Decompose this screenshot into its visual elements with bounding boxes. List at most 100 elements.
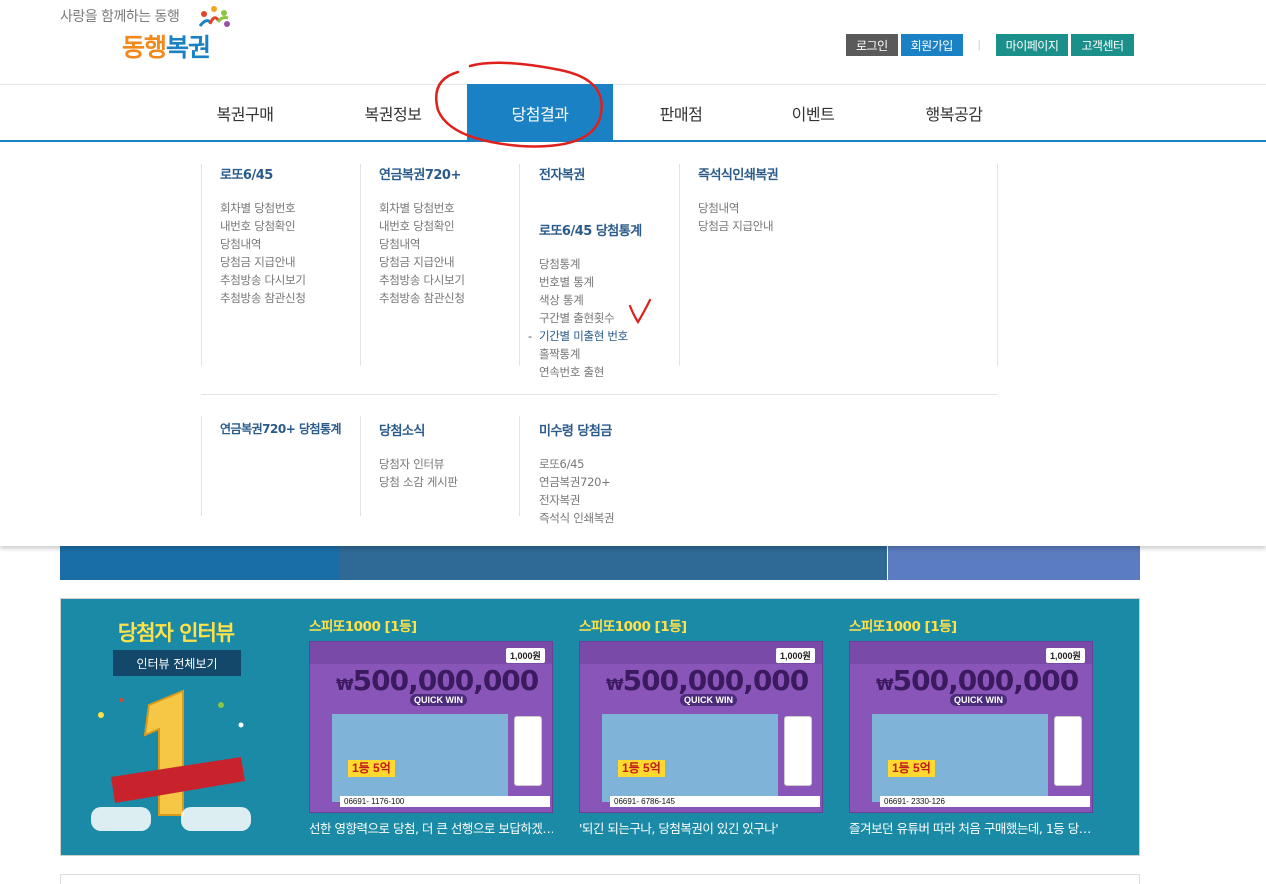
- ticket-scratch-grid: [872, 714, 1048, 802]
- divider: [201, 416, 202, 516]
- menu-col-pension-stats: 연금복권720+ 당첨통계: [220, 420, 342, 453]
- banner-strip-mid: [340, 546, 887, 580]
- menu-link[interactable]: 당첨자 인터뷰: [379, 455, 458, 473]
- first-prize-badge: 1등 5억: [618, 760, 665, 777]
- util-separator: |: [977, 39, 981, 51]
- menu-link[interactable]: 색상 통계: [539, 291, 642, 309]
- menu-col-pension720: 연금복권720+ 회차별 당첨번호 내번호 당첨확인 당첨내역 당첨금 지급안내…: [379, 164, 465, 307]
- divider: [519, 416, 520, 516]
- util-links: 로그인 회원가입 | 마이페이지 고객센터: [846, 34, 1134, 56]
- menu-link[interactable]: 회차별 당첨번호: [220, 199, 306, 217]
- menu-link[interactable]: 홀짝통계: [539, 345, 642, 363]
- winner-interview-section: 당첨자 인터뷰 인터뷰 전체보기 스피또1000 [1등] 1,000원 ₩50…: [60, 598, 1140, 856]
- interview-title: 당첨자 인터뷰: [117, 621, 235, 645]
- ticket-amount: ₩500,000,000: [876, 664, 1079, 697]
- menu-link[interactable]: 내번호 당첨확인: [379, 217, 465, 235]
- menu-link[interactable]: 즉석식 인쇄복권: [539, 509, 615, 527]
- nav-item-events[interactable]: 이벤트: [740, 85, 886, 141]
- divider: [360, 416, 361, 516]
- menu-title-news[interactable]: 당첨소식: [379, 420, 458, 439]
- banner-strip-left: [60, 546, 340, 580]
- first-prize-badge: 1등 5억: [348, 760, 395, 777]
- nav-item-stores[interactable]: 판매점: [608, 85, 754, 141]
- ticket-price: 1,000원: [506, 648, 545, 663]
- quick-win-label: QUICK WIN: [410, 694, 467, 706]
- menu-link[interactable]: 추첨방송 다시보기: [379, 271, 465, 289]
- menu-link[interactable]: 번호별 통계: [539, 273, 642, 291]
- menu-link[interactable]: 당첨내역: [379, 235, 465, 253]
- ticket-image: 1,000원 ₩500,000,000 QUICK WIN 1등 5억 0669…: [579, 641, 823, 813]
- menu-link[interactable]: 연속번호 출현: [539, 363, 642, 381]
- menu-link[interactable]: 연금복권720+: [539, 473, 614, 491]
- menu-link[interactable]: 당첨금 지급안내: [220, 253, 306, 271]
- site-logo[interactable]: 사랑을 함께하는 동행 동행복권: [60, 4, 240, 68]
- menu-link[interactable]: 추첨방송 참관신청: [379, 289, 465, 307]
- menu-title-lotto-stats[interactable]: 로또6/45 당첨통계: [539, 220, 642, 239]
- menu-col-instant: 즉석식인쇄복권 당첨내역 당첨금 지급안내: [698, 164, 779, 235]
- menu-col-lotto645: 로또6/45 회차별 당첨번호 내번호 당첨확인 당첨내역 당첨금 지급안내 추…: [220, 164, 306, 307]
- ticket-amount-value: 500,000,000: [352, 664, 540, 697]
- support-button[interactable]: 고객센터: [1071, 34, 1134, 56]
- view-all-interviews-button[interactable]: 인터뷰 전체보기: [113, 650, 241, 676]
- card-caption: '되긴 되는구나, 당첨복권이 있긴 있구나': [579, 821, 779, 836]
- brand-part1: 동행: [122, 33, 167, 62]
- menu-title-pension720[interactable]: 연금복권720+: [379, 164, 465, 183]
- results-mega-menu: 로또6/45 회차별 당첨번호 내번호 당첨확인 당첨내역 당첨금 지급안내 추…: [0, 142, 1266, 546]
- menu-title-lotto645[interactable]: 로또6/45: [220, 164, 306, 183]
- menu-link[interactable]: 로또6/45: [539, 455, 614, 473]
- first-prize-illustration: [91, 689, 251, 831]
- menu-title-unclaimed[interactable]: 미수령 당첨금: [539, 420, 614, 439]
- interview-card[interactable]: 스피또1000 [1등] 1,000원 ₩500,000,000 QUICK W…: [579, 615, 823, 837]
- ticket-amount-value: 500,000,000: [622, 664, 810, 697]
- menu-link[interactable]: 내번호 당첨확인: [220, 217, 306, 235]
- menu-link-unappeared-numbers[interactable]: 기간별 미출현 번호: [539, 327, 642, 345]
- card-title: 스피또1000 [1등]: [849, 619, 957, 635]
- menu-link[interactable]: 추첨방송 참관신청: [220, 289, 306, 307]
- nav-item-info[interactable]: 복권정보: [320, 85, 466, 141]
- interview-intro: 당첨자 인터뷰 인터뷰 전체보기: [61, 599, 291, 855]
- menu-title-instant[interactable]: 즉석식인쇄복권: [698, 164, 779, 183]
- ticket-price: 1,000원: [1046, 648, 1085, 663]
- menu-link[interactable]: 구간별 출현횟수: [539, 309, 642, 327]
- ticket-window: [784, 716, 812, 786]
- login-button[interactable]: 로그인: [846, 34, 898, 56]
- banner-strip-right: [888, 546, 1140, 580]
- menu-title-pension-stats[interactable]: 연금복권720+ 당첨통계: [220, 420, 342, 437]
- ticket-window: [514, 716, 542, 786]
- quick-win-label: QUICK WIN: [950, 694, 1007, 706]
- menu-col-news: 당첨소식 당첨자 인터뷰 당첨 소감 게시판: [379, 420, 458, 491]
- mypage-button[interactable]: 마이페이지: [995, 34, 1069, 56]
- menu-link[interactable]: 추첨방송 다시보기: [220, 271, 306, 289]
- ticket-amount: ₩500,000,000: [336, 664, 540, 697]
- ticket-serial: 06691- 2330-126: [880, 796, 1090, 807]
- nav-item-purchase[interactable]: 복권구매: [172, 85, 318, 141]
- nav-item-happy[interactable]: 행복공감: [881, 85, 1027, 141]
- menu-link[interactable]: 당첨 소감 게시판: [379, 473, 458, 491]
- divider: [519, 164, 520, 366]
- menu-link[interactable]: 당첨내역: [698, 199, 778, 217]
- logo-people-icon: [198, 6, 230, 27]
- join-button[interactable]: 회원가입: [900, 34, 963, 56]
- divider: [997, 164, 998, 366]
- menu-link[interactable]: 전자복권: [539, 491, 614, 509]
- interview-card[interactable]: 스피또1000 [1등] 1,000원 ₩500,000,000 QUICK W…: [309, 615, 553, 837]
- menu-link[interactable]: 당첨금 지급안내: [698, 217, 778, 235]
- nav-item-results[interactable]: 당첨결과: [467, 84, 613, 141]
- next-section-edge: [60, 874, 1140, 884]
- card-caption: 선한 영향력으로 당첨, 더 큰 선행으로 보답하겠…: [309, 821, 553, 836]
- menu-title-electronic[interactable]: 전자복권: [539, 164, 585, 183]
- menu-link[interactable]: 당첨내역: [220, 235, 306, 253]
- interview-card[interactable]: 스피또1000 [1등] 1,000원 ₩500,000,000 QUICK W…: [849, 615, 1093, 837]
- ticket-serial: 06691- 1176-100: [340, 796, 550, 807]
- divider: [360, 164, 361, 366]
- divider: [201, 164, 202, 366]
- menu-link[interactable]: 당첨금 지급안내: [379, 253, 465, 271]
- card-title: 스피또1000 [1등]: [309, 619, 417, 635]
- quick-win-label: QUICK WIN: [680, 694, 737, 706]
- card-title: 스피또1000 [1등]: [579, 619, 687, 635]
- ticket-amount: ₩500,000,000: [606, 664, 810, 697]
- menu-link[interactable]: 회차별 당첨번호: [379, 199, 465, 217]
- menu-col-lotto-stats: 로또6/45 당첨통계 당첨통계 번호별 통계 색상 통계 구간별 출현횟수 기…: [539, 220, 642, 381]
- menu-col-unclaimed: 미수령 당첨금 로또6/45 연금복권720+ 전자복권 즉석식 인쇄복권: [539, 420, 615, 527]
- menu-link[interactable]: 당첨통계: [539, 255, 642, 273]
